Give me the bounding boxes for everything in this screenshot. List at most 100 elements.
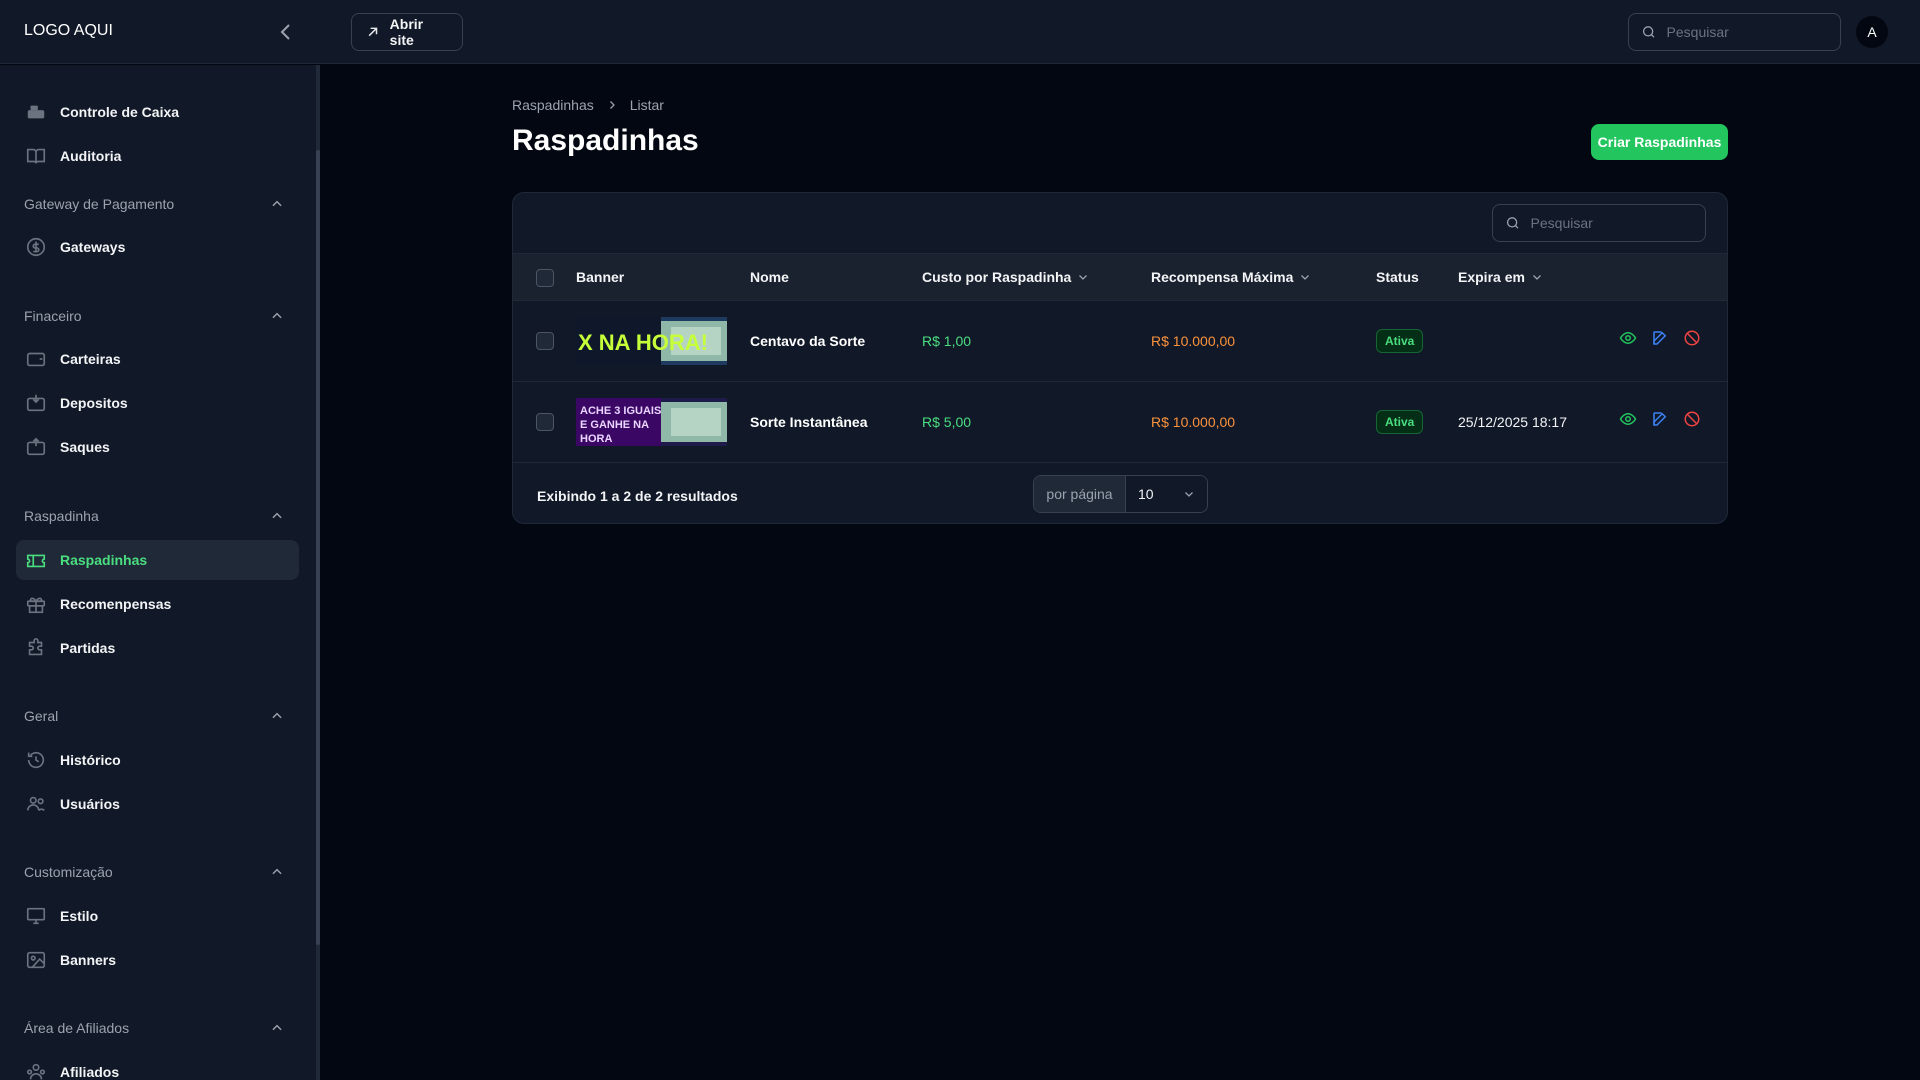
column-label: Custo por Raspadinha <box>922 269 1072 285</box>
sidebar: Controle de Caixa Auditoria Gateway de P… <box>0 65 316 1080</box>
column-reward[interactable]: Recompensa Máxima <box>1151 269 1311 285</box>
sidebar-item-label: Auditoria <box>60 148 122 164</box>
table-header: Banner Nome Custo por Raspadinha Recompe… <box>513 253 1727 301</box>
eye-icon[interactable] <box>1619 329 1637 347</box>
sidebar-item-banners[interactable]: Banners <box>16 940 299 980</box>
dollar-circle-icon <box>24 235 48 259</box>
breadcrumb: Raspadinhas Listar <box>512 97 664 113</box>
users-icon <box>24 792 48 816</box>
group-area-de-afiliados[interactable]: Área de Afiliados <box>24 1018 284 1038</box>
group-financeiro[interactable]: Finaceiro <box>24 306 284 326</box>
column-label: Banner <box>576 269 625 285</box>
sidebar-item-label: Depositos <box>60 395 128 411</box>
wallet-icon <box>24 347 48 371</box>
per-page-label: por página <box>1034 476 1126 512</box>
sidebar-item-auditoria[interactable]: Auditoria <box>16 136 299 176</box>
top-search-input[interactable] <box>1666 24 1828 40</box>
chevron-up-icon <box>272 312 282 319</box>
column-label: Recompensa Máxima <box>1151 269 1294 285</box>
group-raspadinha[interactable]: Raspadinha <box>24 506 284 526</box>
eye-icon[interactable] <box>1619 410 1637 428</box>
avatar[interactable]: A <box>1856 16 1888 48</box>
group-gateway-de-pagamento[interactable]: Gateway de Pagamento <box>24 194 284 214</box>
column-name: Nome <box>750 269 789 285</box>
group-geral[interactable]: Geral <box>24 706 284 726</box>
chevron-down-icon <box>1079 275 1088 280</box>
withdraw-icon <box>24 435 48 459</box>
ticket-icon <box>24 548 48 572</box>
table-row[interactable]: X NA HORA! Centavo da Sorte R$ 1,00 R$ 1… <box>513 301 1727 382</box>
collapse-sidebar-button[interactable] <box>274 20 298 44</box>
sidebar-item-partidas[interactable]: Partidas <box>16 628 299 668</box>
top-bar: LOGO AQUI Abrir site A <box>0 0 1920 64</box>
sidebar-item-label: Saques <box>60 439 110 455</box>
edit-icon[interactable] <box>1651 329 1669 347</box>
table-search[interactable] <box>1492 204 1706 242</box>
sidebar-item-label: Estilo <box>60 908 99 924</box>
breadcrumb-current: Listar <box>629 97 664 113</box>
per-page-select[interactable]: 10 <box>1126 476 1207 512</box>
column-expires[interactable]: Expira em <box>1458 269 1543 285</box>
sidebar-item-label: Recomenpensas <box>60 596 172 612</box>
sidebar-item-carteiras[interactable]: Carteiras <box>16 339 299 379</box>
column-cost[interactable]: Custo por Raspadinha <box>922 269 1089 285</box>
sidebar-item-depositos[interactable]: Depositos <box>16 383 299 423</box>
ban-icon[interactable] <box>1683 329 1701 347</box>
sidebar-scrollbar-thumb[interactable] <box>316 150 320 945</box>
computer-icon <box>24 904 48 928</box>
select-all-checkbox[interactable] <box>536 269 554 287</box>
chevron-down-icon <box>1185 492 1193 497</box>
open-site-button[interactable]: Abrir site <box>351 13 463 51</box>
sidebar-item-raspadinhas[interactable]: Raspadinhas <box>16 540 299 580</box>
table-search-input[interactable] <box>1530 215 1693 231</box>
gift-icon <box>24 592 48 616</box>
ban-icon[interactable] <box>1683 410 1701 428</box>
sidebar-item-recompensas[interactable]: Recomenpensas <box>16 584 299 624</box>
group-label: Raspadinha <box>24 508 99 524</box>
top-search[interactable] <box>1628 13 1841 51</box>
table-card: Banner Nome Custo por Raspadinha Recompe… <box>512 192 1728 524</box>
per-page-value: 10 <box>1138 486 1154 502</box>
status-badge: Ativa <box>1376 329 1424 353</box>
chevron-up-icon <box>272 1024 282 1031</box>
create-raspadinhas-button[interactable]: Criar Raspadinhas <box>1591 124 1728 160</box>
logo-text[interactable]: LOGO AQUI <box>24 22 113 40</box>
group-label: Gateway de Pagamento <box>24 196 175 212</box>
group-customizacao[interactable]: Customização <box>24 862 284 882</box>
sidebar-item-label: Partidas <box>60 640 116 656</box>
arrow-up-right-icon <box>368 27 378 37</box>
sidebar-item-label: Controle de Caixa <box>60 104 180 120</box>
banner-image: ACHE 3 IGUAIS E GANHE NA HORA <box>576 398 727 446</box>
cash-register-icon <box>24 100 48 124</box>
sidebar-item-usuarios[interactable]: Usuários <box>16 784 299 824</box>
group-label: Finaceiro <box>24 308 82 324</box>
column-label: Status <box>1376 269 1419 285</box>
sidebar-item-historico[interactable]: Histórico <box>16 740 299 780</box>
sidebar-item-controle-de-caixa[interactable]: Controle de Caixa <box>16 92 299 132</box>
breadcrumb-parent[interactable]: Raspadinhas <box>512 97 594 113</box>
edit-icon[interactable] <box>1651 410 1669 428</box>
row-checkbox[interactable] <box>536 413 554 431</box>
column-label: Expira em <box>1458 269 1525 285</box>
banner-text: X NA HORA! <box>578 330 708 355</box>
results-summary: Exibindo 1 a 2 de 2 resultados <box>537 488 738 504</box>
row-name: Sorte Instantânea <box>750 414 868 430</box>
sidebar-item-gateways[interactable]: Gateways <box>16 227 299 267</box>
sidebar-item-label: Histórico <box>60 752 121 768</box>
per-page-control[interactable]: por página 10 <box>1033 475 1208 513</box>
chevron-down-icon <box>1301 275 1310 280</box>
group-label: Customização <box>24 864 113 880</box>
chevron-up-icon <box>272 200 282 207</box>
table-row[interactable]: ACHE 3 IGUAIS E GANHE NA HORA Sorte Inst… <box>513 382 1727 463</box>
page-title: Raspadinhas <box>512 124 699 157</box>
group-label: Geral <box>24 708 59 724</box>
sidebar-item-estilo[interactable]: Estilo <box>16 896 299 936</box>
chevron-left-icon <box>280 24 290 40</box>
sidebar-item-saques[interactable]: Saques <box>16 427 299 467</box>
sidebar-item-afiliados[interactable]: Afiliados <box>16 1052 299 1080</box>
deposit-icon <box>24 391 48 415</box>
banner-text: ACHE 3 IGUAIS E GANHE NA HORA <box>580 405 662 444</box>
row-checkbox[interactable] <box>536 332 554 350</box>
book-open-icon <box>24 144 48 168</box>
row-actions <box>1619 329 1701 347</box>
